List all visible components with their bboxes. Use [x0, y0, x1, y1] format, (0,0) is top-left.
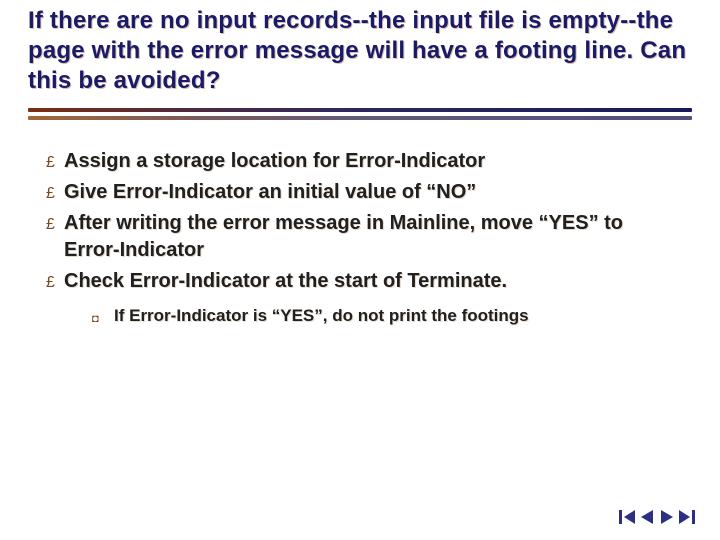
bullet-text: Assign a storage location for Error-Indi… — [64, 148, 684, 175]
slide-title: If there are no input records--the input… — [28, 6, 692, 96]
sub-bullet-text: If Error-Indicator is “YES”, do not prin… — [114, 305, 684, 327]
pound-bullet-icon: £ — [46, 271, 64, 295]
nav-first-button[interactable] — [618, 508, 636, 526]
skip-back-icon — [619, 510, 635, 524]
bullet-item: £ After writing the error message in Mai… — [46, 210, 684, 264]
bullet-item: £ Give Error-Indicator an initial value … — [46, 179, 684, 206]
sub-bullet-item: ◘ If Error-Indicator is “YES”, do not pr… — [92, 305, 684, 329]
nav-next-button[interactable] — [658, 508, 676, 526]
slide-nav — [618, 508, 696, 526]
title-divider — [28, 108, 692, 120]
triangle-right-icon — [660, 510, 674, 524]
divider-line-top — [28, 108, 692, 112]
pound-bullet-icon: £ — [46, 151, 64, 175]
pound-bullet-icon: £ — [46, 182, 64, 206]
bullet-text: After writing the error message in Mainl… — [64, 210, 684, 264]
bullet-text: Check Error-Indicator at the start of Te… — [64, 268, 684, 295]
nav-prev-button[interactable] — [638, 508, 656, 526]
skip-forward-icon — [679, 510, 695, 524]
square-bullet-icon: ◘ — [92, 309, 114, 329]
pound-bullet-icon: £ — [46, 213, 64, 237]
bullet-item: £ Assign a storage location for Error-In… — [46, 148, 684, 175]
bullet-item: £ Check Error-Indicator at the start of … — [46, 268, 684, 295]
divider-line-bottom — [28, 116, 692, 120]
slide: If there are no input records--the input… — [0, 0, 720, 540]
slide-body: £ Assign a storage location for Error-In… — [28, 148, 692, 329]
nav-last-button[interactable] — [678, 508, 696, 526]
bullet-text: Give Error-Indicator an initial value of… — [64, 179, 684, 206]
triangle-left-icon — [640, 510, 654, 524]
